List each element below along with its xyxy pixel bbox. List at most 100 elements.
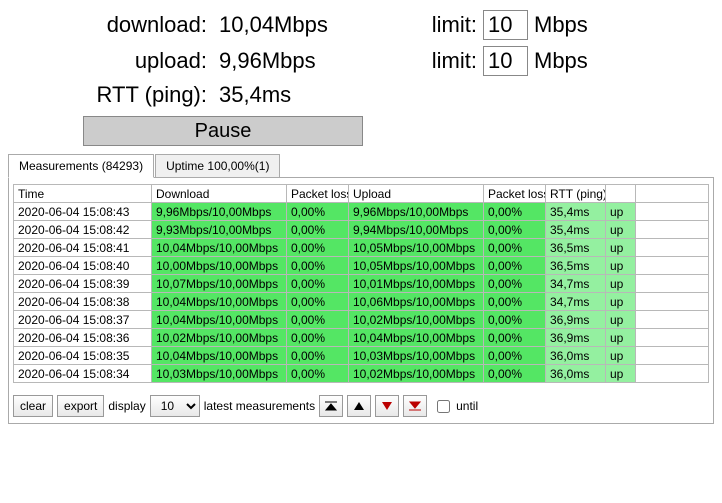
cell-time: 2020-06-04 15:08:42 [14,221,152,239]
cell-upload: 10,02Mbps/10,00Mbps [349,311,484,329]
table-row[interactable]: 2020-06-04 15:08:429,93Mbps/10,00Mbps0,0… [14,221,709,239]
table-row[interactable]: 2020-06-04 15:08:4110,04Mbps/10,00Mbps0,… [14,239,709,257]
cell-rtt: 35,4ms [546,203,606,221]
upload-limit-label: limit: [393,48,483,74]
header-time[interactable]: Time [14,185,152,203]
cell-time: 2020-06-04 15:08:34 [14,365,152,383]
cell-upload: 10,06Mbps/10,00Mbps [349,293,484,311]
table-row[interactable]: 2020-06-04 15:08:3610,02Mbps/10,00Mbps0,… [14,329,709,347]
cell-rtt: 36,5ms [546,257,606,275]
cell-status: up [606,347,636,365]
cell-upload: 10,01Mbps/10,00Mbps [349,275,484,293]
cell-time: 2020-06-04 15:08:39 [14,275,152,293]
cell-status: up [606,203,636,221]
clear-button[interactable]: clear [13,395,53,417]
cell-download: 10,07Mbps/10,00Mbps [152,275,287,293]
pause-button[interactable]: Pause [83,116,363,146]
cell-blank [636,203,709,221]
cell-packet-loss-dl: 0,00% [287,365,349,383]
until-checkbox[interactable] [437,400,450,413]
cell-download: 10,04Mbps/10,00Mbps [152,311,287,329]
upload-label: upload: [8,48,213,74]
table-row[interactable]: 2020-06-04 15:08:3910,07Mbps/10,00Mbps0,… [14,275,709,293]
table-row[interactable]: 2020-06-04 15:08:3810,04Mbps/10,00Mbps0,… [14,293,709,311]
measurements-table: Time Download Packet loss Upload Packet … [13,184,709,383]
cell-packet-loss-ul: 0,00% [484,293,546,311]
cell-packet-loss-dl: 0,00% [287,275,349,293]
cell-upload: 9,96Mbps/10,00Mbps [349,203,484,221]
cell-packet-loss-ul: 0,00% [484,257,546,275]
cell-packet-loss-dl: 0,00% [287,239,349,257]
nav-first-button[interactable] [319,395,343,417]
header-upload[interactable]: Upload [349,185,484,203]
cell-blank [636,329,709,347]
cell-upload: 10,04Mbps/10,00Mbps [349,329,484,347]
cell-packet-loss-ul: 0,00% [484,221,546,239]
download-label: download: [8,12,213,38]
cell-packet-loss-dl: 0,00% [287,257,349,275]
cell-upload: 10,02Mbps/10,00Mbps [349,365,484,383]
header-blank[interactable] [636,185,709,203]
cell-rtt: 34,7ms [546,275,606,293]
download-limit-unit: Mbps [528,12,588,38]
cell-packet-loss-dl: 0,00% [287,221,349,239]
cell-status: up [606,257,636,275]
header-status[interactable] [606,185,636,203]
table-row[interactable]: 2020-06-04 15:08:4010,00Mbps/10,00Mbps0,… [14,257,709,275]
cell-upload: 10,03Mbps/10,00Mbps [349,347,484,365]
cell-packet-loss-ul: 0,00% [484,311,546,329]
table-header-row: Time Download Packet loss Upload Packet … [14,185,709,203]
cell-status: up [606,329,636,347]
cell-blank [636,221,709,239]
download-limit-input[interactable] [483,10,528,40]
cell-packet-loss-dl: 0,00% [287,329,349,347]
cell-time: 2020-06-04 15:08:37 [14,311,152,329]
cell-download: 10,04Mbps/10,00Mbps [152,239,287,257]
cell-packet-loss-ul: 0,00% [484,239,546,257]
cell-time: 2020-06-04 15:08:35 [14,347,152,365]
cell-packet-loss-dl: 0,00% [287,347,349,365]
cell-packet-loss-ul: 0,00% [484,275,546,293]
upload-limit-input[interactable] [483,46,528,76]
table-row[interactable]: 2020-06-04 15:08:3710,04Mbps/10,00Mbps0,… [14,311,709,329]
skip-down-icon [408,400,422,412]
header-download[interactable]: Download [152,185,287,203]
cell-download: 10,00Mbps/10,00Mbps [152,257,287,275]
nav-next-button[interactable] [375,395,399,417]
measurements-panel: Time Download Packet loss Upload Packet … [8,177,714,424]
display-count-select[interactable]: 10 [150,395,200,417]
table-row[interactable]: 2020-06-04 15:08:3410,03Mbps/10,00Mbps0,… [14,365,709,383]
cell-packet-loss-ul: 0,00% [484,347,546,365]
tab-measurements[interactable]: Measurements (84293) [8,154,154,178]
latest-label: latest measurements [204,399,315,413]
nav-last-button[interactable] [403,395,427,417]
cell-time: 2020-06-04 15:08:41 [14,239,152,257]
header-packet-loss-dl[interactable]: Packet loss [287,185,349,203]
cell-status: up [606,239,636,257]
cell-time: 2020-06-04 15:08:43 [14,203,152,221]
cell-blank [636,347,709,365]
cell-upload: 10,05Mbps/10,00Mbps [349,239,484,257]
cell-status: up [606,365,636,383]
stats-panel: download: 10,04Mbps limit: Mbps upload: … [8,10,714,108]
upload-limit-unit: Mbps [528,48,588,74]
cell-rtt: 35,4ms [546,221,606,239]
upload-value: 9,96Mbps [213,48,393,74]
tab-uptime[interactable]: Uptime 100,00%(1) [155,154,280,178]
until-label: until [456,399,478,413]
cell-blank [636,275,709,293]
cell-status: up [606,221,636,239]
tab-bar: Measurements (84293) Uptime 100,00%(1) [8,154,714,178]
cell-rtt: 36,0ms [546,365,606,383]
export-button[interactable]: export [57,395,104,417]
table-row[interactable]: 2020-06-04 15:08:3510,04Mbps/10,00Mbps0,… [14,347,709,365]
cell-packet-loss-ul: 0,00% [484,329,546,347]
nav-prev-button[interactable] [347,395,371,417]
header-rtt[interactable]: RTT (ping) [546,185,606,203]
up-icon [352,400,366,412]
cell-packet-loss-dl: 0,00% [287,293,349,311]
header-packet-loss-ul[interactable]: Packet loss [484,185,546,203]
cell-rtt: 36,9ms [546,311,606,329]
table-row[interactable]: 2020-06-04 15:08:439,96Mbps/10,00Mbps0,0… [14,203,709,221]
cell-packet-loss-dl: 0,00% [287,311,349,329]
